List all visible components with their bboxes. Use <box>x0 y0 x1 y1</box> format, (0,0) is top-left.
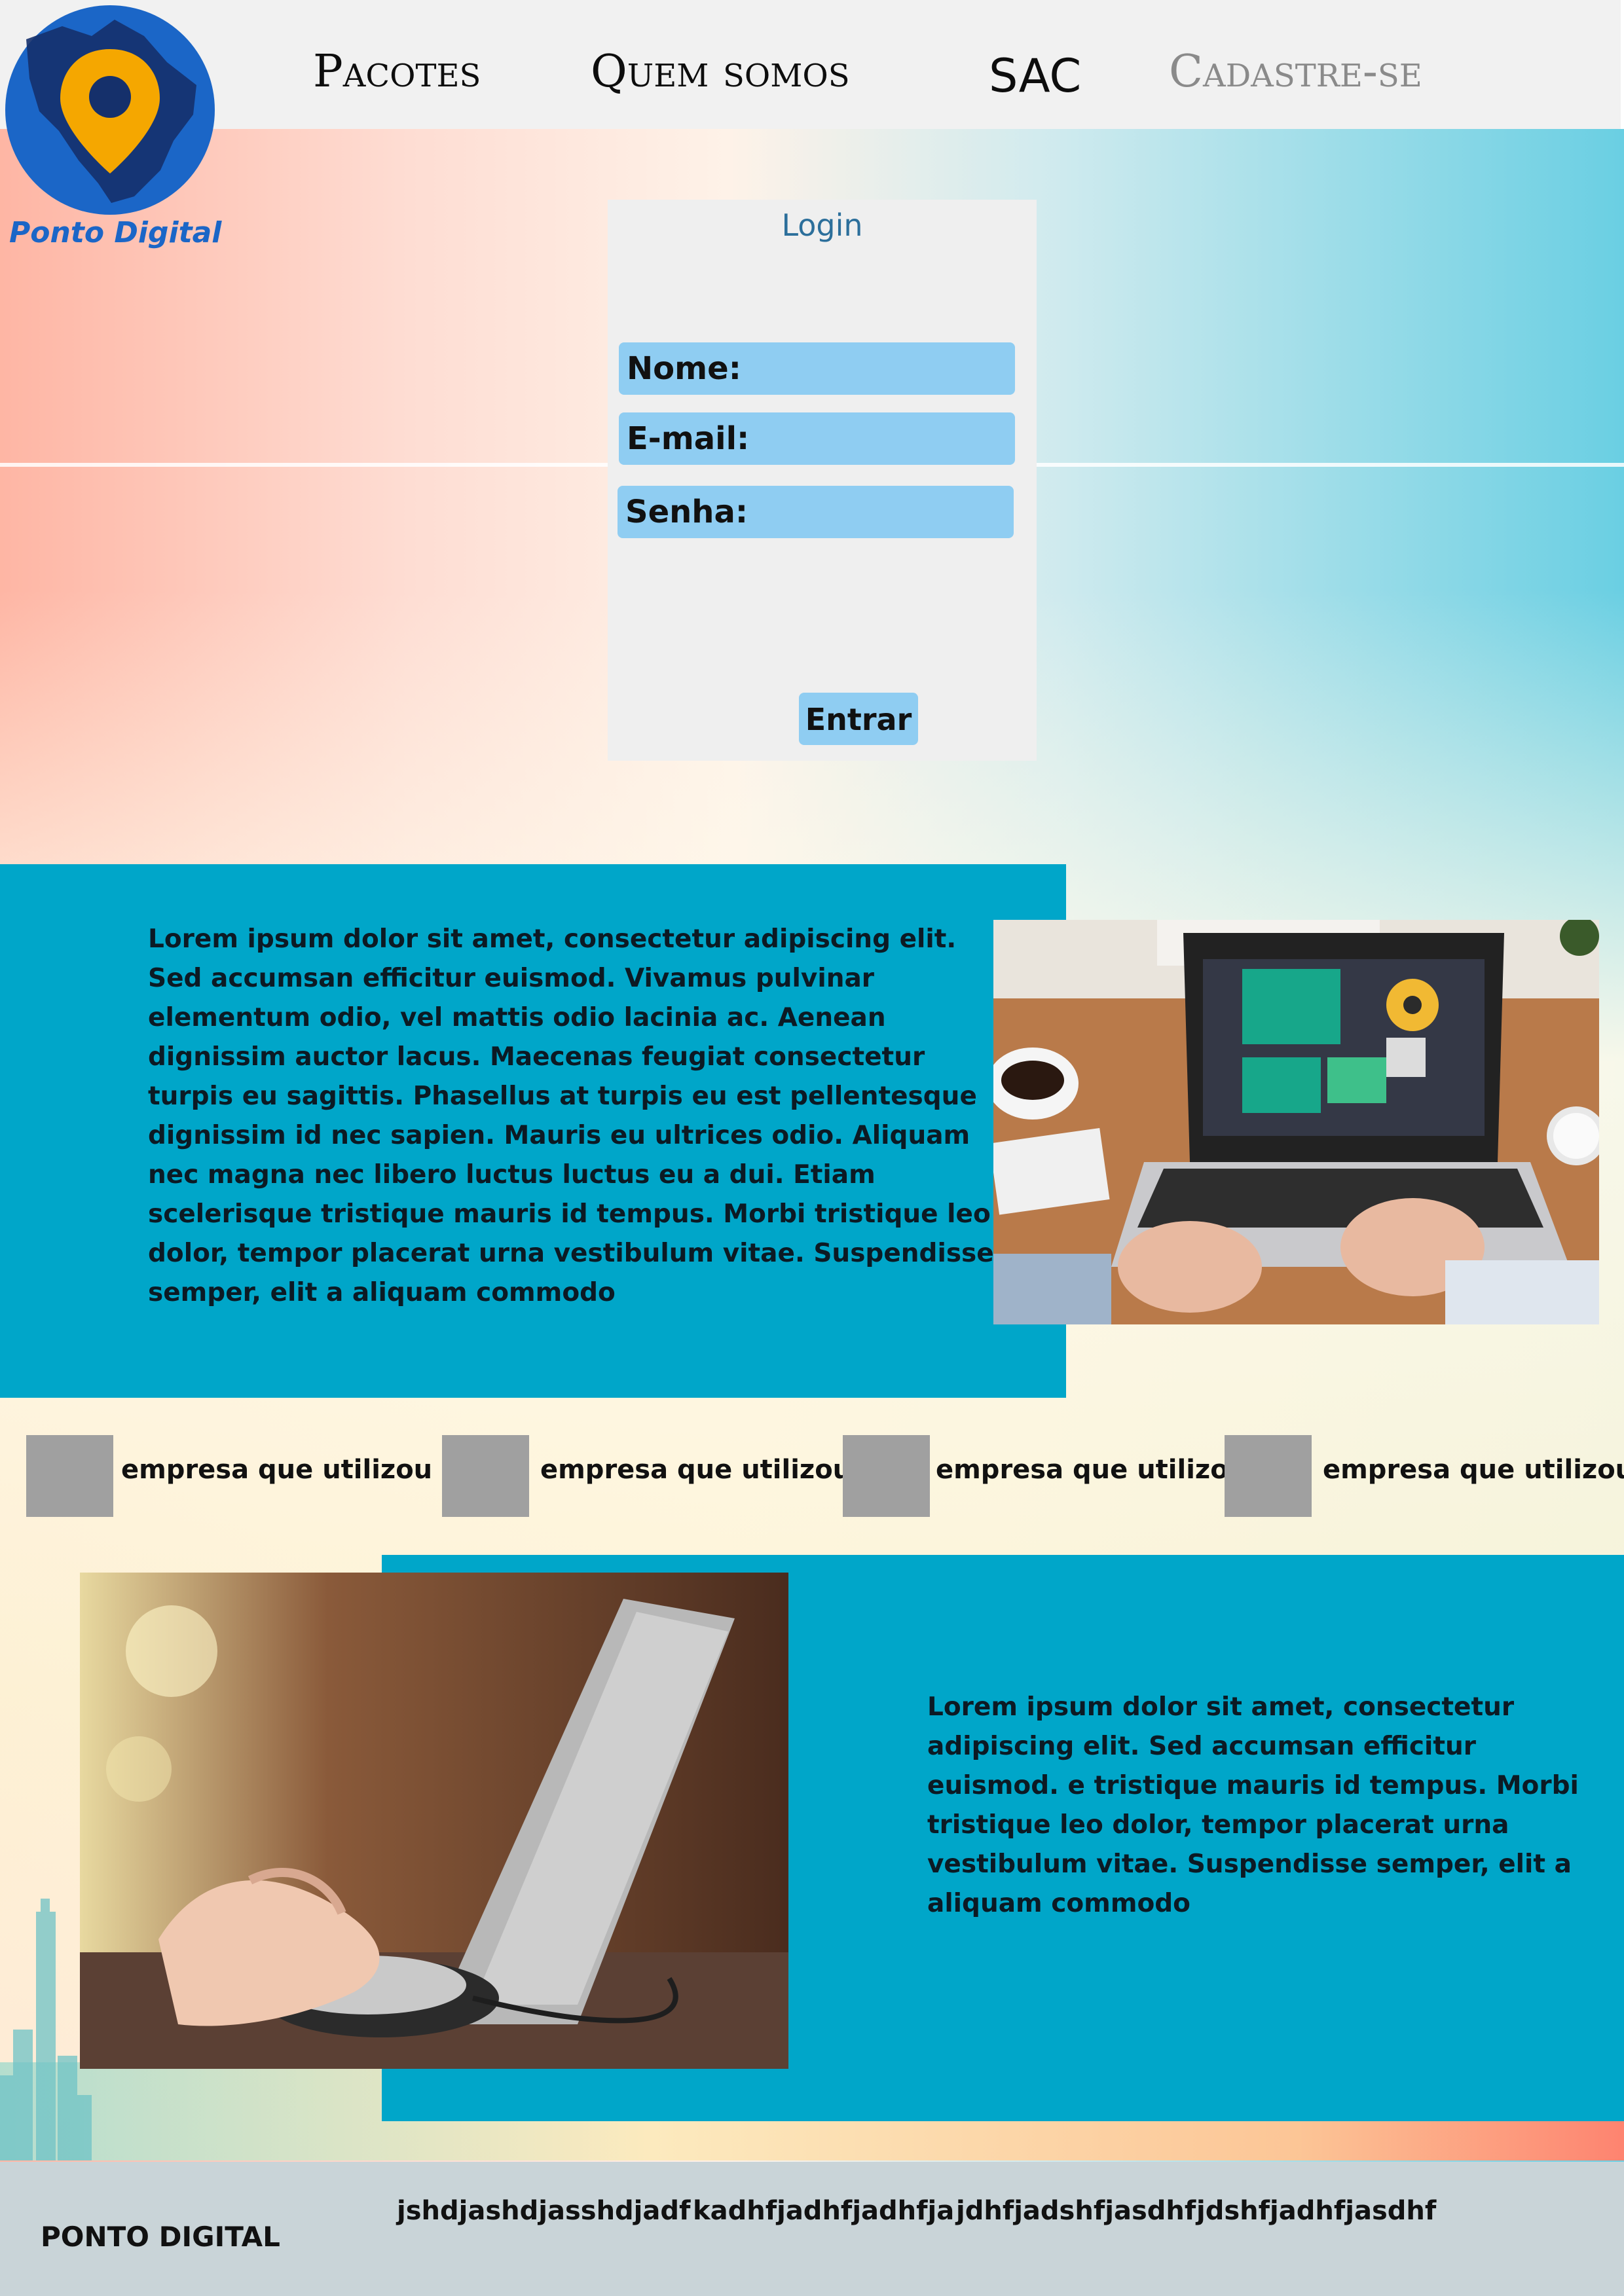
header-edge <box>1621 0 1624 129</box>
feature-text-1: Lorem ipsum dolor sit amet, consectetur … <box>148 924 994 1307</box>
footer-link[interactable]: jshdjashdjasshdjadf <box>397 2196 690 2226</box>
company-label: empresa que utilizou <box>121 1455 433 1485</box>
login-panel: Login Nome: E-mail: Senha: Entrar <box>608 200 1037 761</box>
nav-item-pacotes[interactable]: Pacotes <box>313 46 481 118</box>
feature-text-2: Lorem ipsum dolor sit amet, consectetur … <box>927 1692 1579 1918</box>
email-field[interactable]: E-mail: <box>619 412 1015 465</box>
nav-item-cadastre-se[interactable]: Cadastre-se <box>1169 46 1422 118</box>
laptop-desk-photo <box>993 920 1599 1324</box>
brazil-map-pin-icon <box>5 5 215 215</box>
entrar-button[interactable]: Entrar <box>799 693 918 745</box>
senha-field[interactable]: Senha: <box>618 486 1014 538</box>
nav-item-quem-somos[interactable]: Quem somos <box>591 46 850 118</box>
company-logo-placeholder <box>1225 1435 1312 1517</box>
nome-field[interactable]: Nome: <box>619 342 1015 395</box>
city-skyline-decoration <box>0 1899 92 2160</box>
company-label: empresa que utilizou <box>936 1455 1247 1485</box>
company-label: empresa que utilizou <box>1323 1455 1624 1485</box>
nav-item-sac[interactable]: SAC <box>989 49 1081 121</box>
footer-link[interactable]: jdshfjadhfjasdhf <box>1196 2196 1436 2226</box>
brand-logo[interactable]: Ponto Digital <box>0 0 223 262</box>
footer-link[interactable]: kadhfjadhfjadhfja <box>693 2196 954 2226</box>
footer: PONTO DIGITAL jshdjashdjasshdjadf kadhfj… <box>0 2162 1624 2296</box>
hand-mouse-laptop-photo <box>80 1573 788 2069</box>
footer-brand: PONTO DIGITAL <box>41 2221 280 2253</box>
brand-name: Ponto Digital <box>9 216 222 249</box>
company-logo-placeholder <box>442 1435 529 1517</box>
login-title: Login <box>781 208 863 243</box>
company-logo-placeholder <box>26 1435 113 1517</box>
company-label: empresa que utilizou <box>540 1455 852 1485</box>
footer-link[interactable]: jdhfjadshfjasdhf <box>956 2196 1196 2226</box>
company-logo-placeholder <box>843 1435 930 1517</box>
